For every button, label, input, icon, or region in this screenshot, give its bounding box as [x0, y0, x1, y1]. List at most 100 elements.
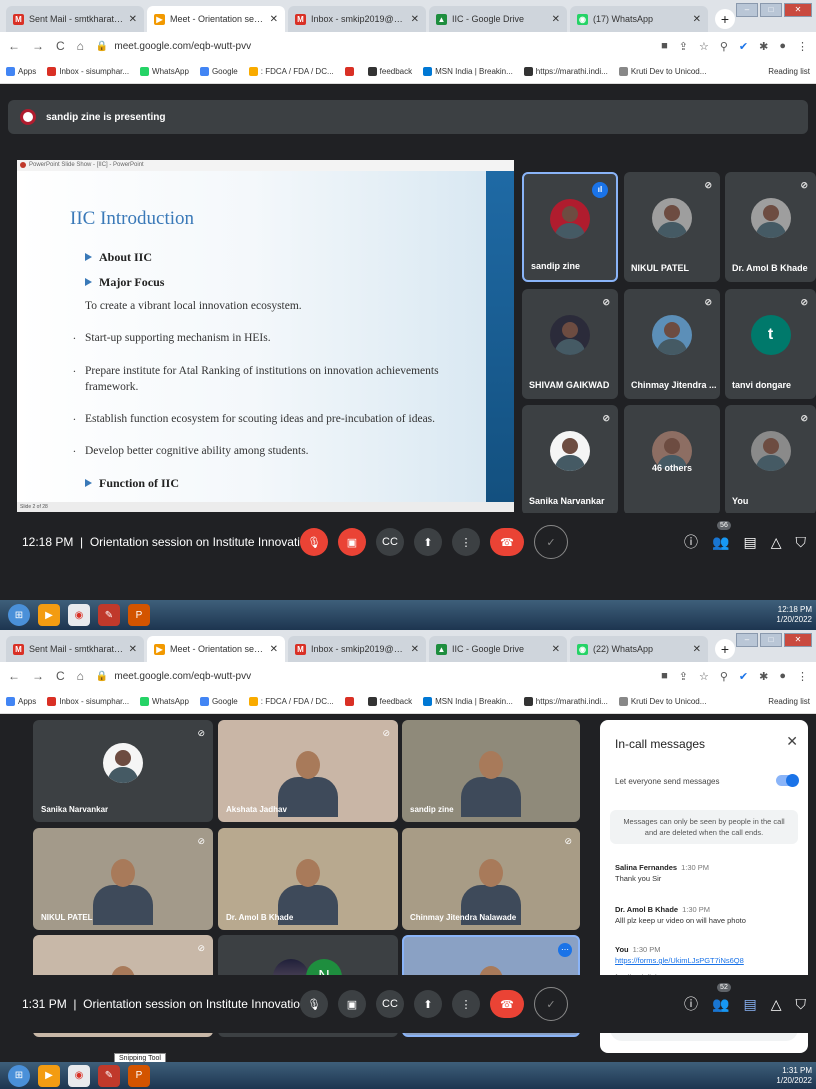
tab-close-icon[interactable]: ✕ — [129, 644, 137, 655]
bookmark-item[interactable]: : FDCA / FDA / DC... — [248, 697, 334, 706]
participant-tile[interactable]: Dr. Amol B Khade ⊘ — [725, 172, 816, 282]
chat-icon[interactable]: ▤ — [743, 534, 756, 551]
share-icon[interactable]: ⇪ — [679, 670, 688, 683]
more-options-button[interactable]: ⋮ — [452, 528, 480, 556]
camera-icon[interactable]: ■ — [661, 40, 668, 53]
activities-icon[interactable]: △ — [771, 534, 782, 551]
new-tab-button[interactable]: + — [715, 639, 735, 659]
bookmark-item[interactable]: MSN India | Breakin... — [423, 67, 513, 76]
bookmark-item[interactable]: Kruti Dev to Unicod... — [618, 67, 706, 76]
maximize-button[interactable]: □ — [760, 3, 782, 17]
participant-tile[interactable]: t tanvi dongare ⊘ — [725, 289, 816, 399]
participant-tile[interactable]: SHIVAM GAIKWAD ⊘ — [522, 289, 618, 399]
home-icon[interactable]: ⌂ — [77, 39, 84, 53]
tab-close-icon[interactable]: ✕ — [270, 14, 278, 25]
participant-video-tile[interactable]: Sanika Narvankar ⊘ — [33, 720, 213, 822]
present-button[interactable]: ⬆ — [414, 990, 442, 1018]
check-extension-icon[interactable]: ✔ — [739, 40, 748, 53]
star-icon[interactable]: ☆ — [699, 40, 709, 53]
browser-tab[interactable]: ▲ IIC - Google Drive ✕ — [429, 636, 567, 662]
activities-icon[interactable]: △ — [771, 996, 782, 1013]
tab-close-icon[interactable]: ✕ — [552, 644, 560, 655]
bookmark-item[interactable]: Apps — [6, 697, 36, 706]
minimize-button[interactable]: – — [736, 3, 758, 17]
activities-button[interactable]: ✓ — [534, 525, 568, 559]
bookmark-item[interactable]: WhatsApp — [140, 697, 189, 706]
browser-tab[interactable]: M Sent Mail - smtkharat@gmail.c ✕ — [6, 636, 144, 662]
bookmark-item[interactable]: Google — [199, 697, 238, 706]
info-icon[interactable]: ⓘ — [684, 532, 698, 552]
participant-video-tile[interactable]: Akshata Jadhav ⊘ — [218, 720, 398, 822]
end-call-button[interactable]: ☎ — [490, 528, 524, 556]
participant-video-tile[interactable]: Dr. Amol B Khade — [218, 828, 398, 930]
participant-tile[interactable]: You ⊘ — [725, 405, 816, 515]
participant-video-tile[interactable]: NIKUL PATEL ⊘ — [33, 828, 213, 930]
forward-icon[interactable]: → — [32, 39, 44, 53]
back-icon[interactable]: ← — [8, 669, 20, 683]
browser-tab[interactable]: ▲ IIC - Google Drive ✕ — [429, 6, 567, 32]
bookmark-item[interactable]: Google — [199, 67, 238, 76]
bookmark-item[interactable]: feedback — [367, 697, 412, 706]
bookmark-item[interactable]: WhatsApp — [140, 67, 189, 76]
more-options-icon[interactable]: ⋯ — [558, 943, 572, 957]
mic-button[interactable]: 🎙 — [300, 990, 328, 1018]
bookmark-item[interactable]: Kruti Dev to Unicod... — [618, 697, 706, 706]
profile-icon[interactable]: ● — [779, 40, 786, 53]
bookmark-item[interactable] — [344, 67, 357, 76]
profile-icon[interactable]: ● — [779, 670, 786, 683]
menu-icon[interactable]: ⋮ — [797, 670, 808, 683]
host-controls-icon[interactable]: ⛉ — [796, 996, 807, 1013]
participant-tile[interactable]: NIKUL PATEL ⊘ — [624, 172, 720, 282]
participant-tile[interactable]: Chinmay Jitendra ... ⊘ — [624, 289, 720, 399]
mic-off-button[interactable]: 🎙 — [300, 528, 328, 556]
home-icon[interactable]: ⌂ — [77, 669, 84, 683]
info-icon[interactable]: ⓘ — [684, 994, 698, 1014]
message-link[interactable]: https://forms.gle/UkimLJsPGT7iNs6Q8 — [615, 956, 744, 965]
chat-icon[interactable]: ▤ — [743, 996, 756, 1013]
close-window-button[interactable]: ✕ — [784, 3, 812, 17]
reading-list-button[interactable]: Reading list — [768, 697, 810, 706]
browser-tab[interactable]: ◉ (22) WhatsApp ✕ — [570, 636, 708, 662]
camera-icon[interactable]: ■ — [661, 670, 668, 683]
forward-icon[interactable]: → — [32, 669, 44, 683]
puzzle-icon[interactable]: ✱ — [759, 40, 768, 53]
participant-tile[interactable]: 46 others — [624, 405, 720, 515]
captions-button[interactable]: CC — [376, 990, 404, 1018]
bookmark-item[interactable]: Inbox - sisumphar... — [47, 697, 129, 706]
paint-icon[interactable]: ✎ — [98, 604, 120, 626]
media-player-icon[interactable]: ▶ — [38, 1064, 60, 1087]
browser-tab[interactable]: ▶ Meet - Orientation session ✕ — [147, 6, 285, 32]
powerpoint-icon[interactable]: P — [128, 604, 150, 626]
bookmark-item[interactable]: Apps — [6, 67, 36, 76]
close-window-button[interactable]: ✕ — [784, 633, 812, 647]
participant-video-tile[interactable]: Chinmay Jitendra Nalawade ⊘ — [402, 828, 580, 930]
new-tab-button[interactable]: + — [715, 9, 735, 29]
check-extension-icon[interactable]: ✔ — [739, 670, 748, 683]
minimize-button[interactable]: – — [736, 633, 758, 647]
back-icon[interactable]: ← — [8, 39, 20, 53]
chrome-icon[interactable]: ◉ — [68, 604, 90, 626]
reload-icon[interactable]: C — [56, 669, 65, 683]
bookmark-item[interactable]: feedback — [367, 67, 412, 76]
reading-list-button[interactable]: Reading list — [768, 67, 810, 76]
more-options-button[interactable]: ⋮ — [452, 990, 480, 1018]
captions-button[interactable]: CC — [376, 528, 404, 556]
reload-icon[interactable]: C — [56, 39, 65, 53]
browser-tab[interactable]: M Sent Mail - smtkharat@gmail.c ✕ — [6, 6, 144, 32]
menu-icon[interactable]: ⋮ — [797, 40, 808, 53]
participant-video-tile[interactable]: sandip zine — [402, 720, 580, 822]
paint-icon[interactable]: ✎ — [98, 1064, 120, 1087]
tab-close-icon[interactable]: ✕ — [693, 14, 701, 25]
tab-close-icon[interactable]: ✕ — [411, 14, 419, 25]
bookmark-item[interactable]: Inbox - sisumphar... — [47, 67, 129, 76]
bookmark-item[interactable]: https://marathi.indi... — [523, 697, 608, 706]
end-call-button[interactable]: ☎ — [490, 990, 524, 1018]
media-player-icon[interactable]: ▶ — [38, 604, 60, 626]
chrome-icon[interactable]: ◉ — [68, 1064, 90, 1087]
browser-tab[interactable]: ◉ (17) WhatsApp ✕ — [570, 6, 708, 32]
search-icon[interactable]: ⚲ — [720, 40, 728, 53]
camera-off-button[interactable]: ▣ — [338, 528, 366, 556]
maximize-button[interactable]: □ — [760, 633, 782, 647]
powerpoint-icon[interactable]: P — [128, 1064, 150, 1087]
tab-close-icon[interactable]: ✕ — [270, 644, 278, 655]
